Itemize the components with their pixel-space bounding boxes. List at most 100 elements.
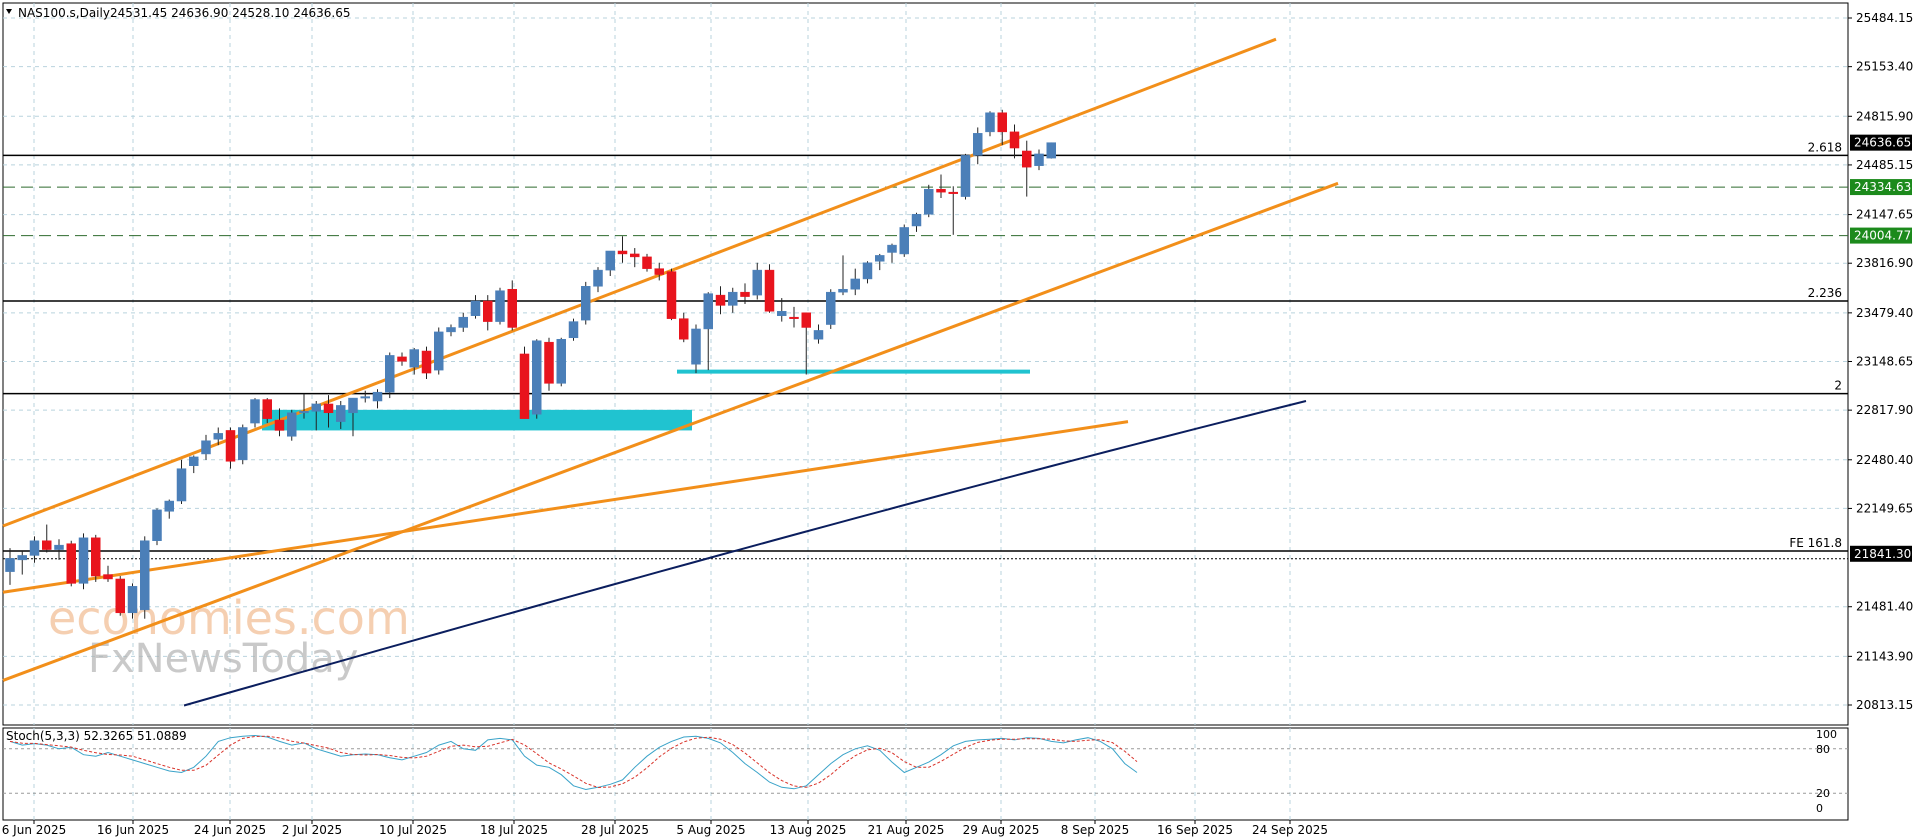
candle-bearish[interactable] — [225, 430, 236, 462]
candle-bullish[interactable] — [568, 321, 579, 339]
candle-bearish[interactable] — [642, 256, 652, 269]
candle-bullish[interactable] — [287, 412, 297, 437]
candle-bullish[interactable] — [495, 290, 505, 322]
candle-bullish[interactable] — [1046, 142, 1056, 159]
candle-bearish[interactable] — [1022, 150, 1032, 168]
candle-bullish[interactable] — [311, 403, 321, 412]
candle-bearish[interactable] — [654, 268, 664, 275]
candle-bullish[interactable] — [556, 338, 566, 384]
candle-bullish[interactable] — [899, 227, 909, 255]
x-axis-tick-label: 29 Aug 2025 — [963, 823, 1040, 837]
candle-bullish[interactable] — [813, 330, 824, 340]
x-axis-tick-label: 24 Jun 2025 — [194, 823, 266, 837]
candle-bearish[interactable] — [397, 356, 407, 362]
candle-bearish[interactable] — [997, 112, 1007, 133]
candle-bullish[interactable] — [360, 396, 370, 399]
candle-bearish[interactable] — [103, 574, 113, 580]
candle-bullish[interactable] — [348, 397, 358, 414]
candle-bullish[interactable] — [458, 316, 468, 328]
y-axis-tick-label: 24485.15 — [1856, 158, 1913, 172]
candle-bullish[interactable] — [593, 269, 603, 287]
candle-bullish[interactable] — [973, 133, 983, 156]
candle-bearish[interactable] — [740, 291, 750, 297]
candle-bullish[interactable] — [838, 288, 848, 293]
candle-bullish[interactable] — [54, 544, 64, 550]
price-tag-label: 24636.65 — [1854, 136, 1911, 150]
candle-bullish[interactable] — [985, 112, 995, 133]
stoch-level-label: 20 — [1816, 787, 1830, 800]
candle-bearish[interactable] — [666, 271, 677, 319]
candle-bullish[interactable] — [605, 250, 615, 271]
candle-bullish[interactable] — [164, 500, 174, 512]
candle-bullish[interactable] — [826, 291, 836, 325]
candle-bearish[interactable] — [715, 294, 726, 306]
candle-bullish[interactable] — [446, 327, 456, 333]
candle-bullish[interactable] — [140, 540, 150, 611]
candle-bearish[interactable] — [679, 318, 689, 340]
candle-bullish[interactable] — [176, 468, 187, 502]
candle-bullish[interactable] — [581, 286, 591, 321]
candle-bullish[interactable] — [470, 300, 481, 316]
y-axis-tick-label: 21143.90 — [1856, 649, 1913, 663]
candle-bullish[interactable] — [752, 269, 762, 296]
candle-bullish[interactable] — [703, 293, 713, 330]
candle-bullish[interactable] — [728, 291, 738, 306]
candle-bullish[interactable] — [238, 427, 248, 461]
candle-bullish[interactable] — [691, 328, 701, 365]
candle-bearish[interactable] — [274, 419, 285, 431]
candle-bearish[interactable] — [421, 350, 432, 374]
candle-bullish[interactable] — [924, 188, 934, 215]
candle-bullish[interactable] — [850, 278, 860, 290]
candle-bullish[interactable] — [911, 213, 922, 227]
candle-bearish[interactable] — [262, 399, 272, 419]
y-axis-tick-label: 23479.40 — [1856, 306, 1913, 320]
candle-bearish[interactable] — [789, 316, 799, 319]
candle-bullish[interactable] — [434, 331, 444, 371]
candle-bearish[interactable] — [507, 288, 517, 328]
candle-bullish[interactable] — [960, 155, 971, 197]
candle-bearish[interactable] — [66, 543, 76, 584]
x-axis-tick-label: 21 Aug 2025 — [868, 823, 945, 837]
candle-bullish[interactable] — [29, 540, 40, 556]
candle-bullish[interactable] — [299, 411, 309, 414]
candle-bearish[interactable] — [91, 537, 101, 577]
candle-bearish[interactable] — [42, 540, 52, 550]
candle-bullish[interactable] — [250, 399, 260, 424]
candle-bearish[interactable] — [519, 353, 530, 419]
candle-bullish[interactable] — [409, 349, 419, 368]
candle-bearish[interactable] — [483, 300, 493, 322]
x-axis-tick-label: 2 Jul 2025 — [282, 823, 342, 837]
candle-bullish[interactable] — [777, 311, 787, 316]
x-axis-tick-label: 18 Jul 2025 — [480, 823, 548, 837]
candle-bullish[interactable] — [127, 586, 138, 614]
candle-bullish[interactable] — [152, 509, 162, 541]
candle-bearish[interactable] — [1009, 131, 1020, 149]
x-axis-tick-label: 28 Jul 2025 — [581, 823, 649, 837]
candle-bearish[interactable] — [936, 188, 946, 193]
candle-bullish[interactable] — [372, 391, 383, 402]
candle-bearish[interactable] — [115, 578, 125, 614]
candle-bullish[interactable] — [189, 456, 199, 466]
candle-bearish[interactable] — [630, 253, 640, 258]
candle-bullish[interactable] — [875, 255, 885, 262]
candle-bearish[interactable] — [617, 250, 628, 255]
candle-bearish[interactable] — [948, 191, 958, 194]
chart-canvas[interactable]: 25484.15 25153.40 24815.90 24485.15 24147.65… — [0, 0, 1916, 840]
candle-bullish[interactable] — [17, 555, 27, 561]
candle-bullish[interactable] — [1034, 153, 1044, 166]
candle-bearish[interactable] — [323, 403, 334, 414]
candle-bearish[interactable] — [544, 341, 554, 384]
x-axis-tick-label: 16 Jun 2025 — [97, 823, 169, 837]
candle-bullish[interactable] — [201, 440, 211, 455]
candle-bullish[interactable] — [532, 340, 542, 415]
candle-bullish[interactable] — [887, 244, 897, 253]
candle-bearish[interactable] — [801, 312, 811, 328]
candle-bullish[interactable] — [5, 558, 15, 572]
candle-bullish[interactable] — [78, 537, 89, 584]
candle-bullish[interactable] — [862, 262, 873, 280]
candle-bearish[interactable] — [764, 269, 775, 312]
candle-bullish[interactable] — [385, 355, 395, 393]
x-axis-tick-label: 10 Jul 2025 — [379, 823, 447, 837]
candle-bullish[interactable] — [336, 405, 346, 422]
candle-bullish[interactable] — [213, 433, 223, 440]
